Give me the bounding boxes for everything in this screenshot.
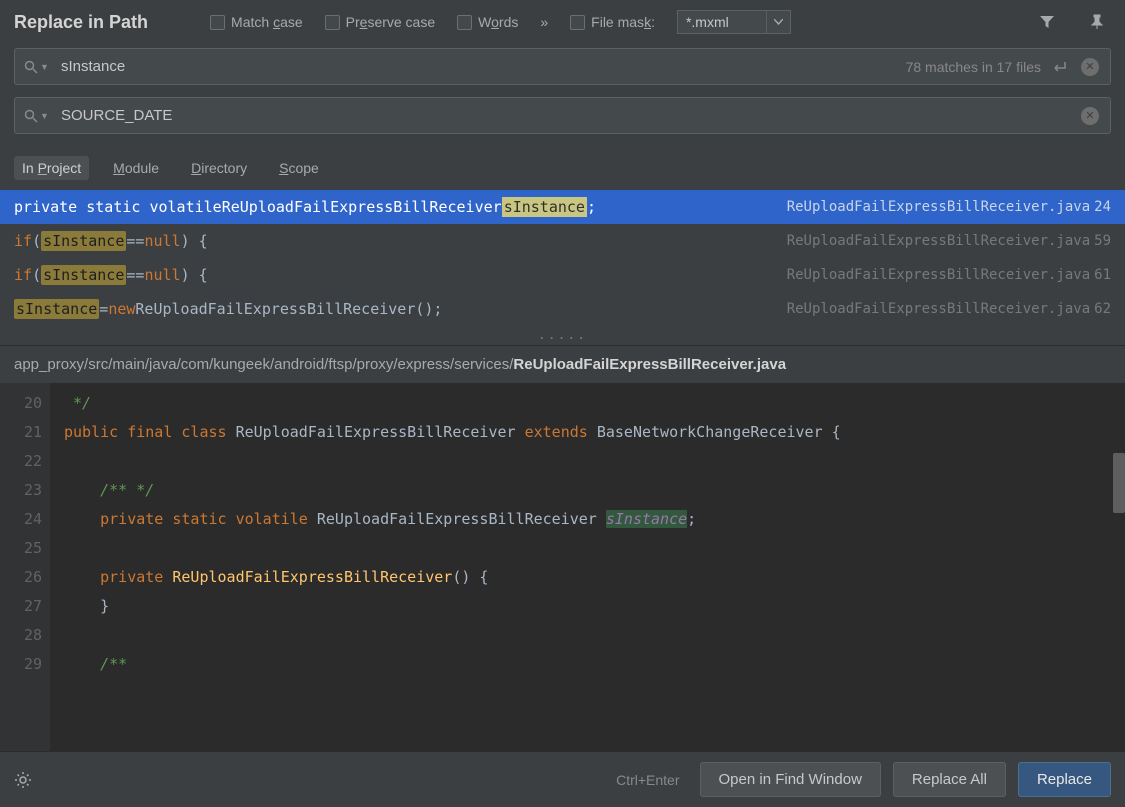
results-list: private static volatile ReUploadFailExpr… <box>0 190 1125 345</box>
top-bar: Replace in Path Match case Preserve case… <box>0 0 1125 42</box>
replace-all-button[interactable]: Replace All <box>893 762 1006 797</box>
scope-tabs: In Project Module Directory Scope <box>0 140 1125 190</box>
open-find-window-button[interactable]: Open in Find Window <box>700 762 881 797</box>
bottom-bar: Ctrl+Enter Open in Find Window Replace A… <box>0 751 1125 807</box>
result-row[interactable]: sInstance = new ReUploadFailExpressBillR… <box>0 292 1125 326</box>
file-mask-checkbox[interactable]: File mask: <box>570 14 655 30</box>
more-options-icon[interactable]: » <box>540 14 548 30</box>
results-more-indicator: ..... <box>0 326 1125 345</box>
tab-directory[interactable]: Directory <box>183 156 255 180</box>
match-count: 78 matches in 17 files <box>906 59 1041 75</box>
search-field-row: ▼ 78 matches in 17 files ✕ <box>14 48 1111 85</box>
pin-icon[interactable] <box>1083 12 1111 32</box>
match-case-checkbox[interactable]: Match case <box>210 14 303 30</box>
result-row[interactable]: if (sInstance == null) { ReUploadFailExp… <box>0 258 1125 292</box>
words-checkbox[interactable]: Words <box>457 14 518 30</box>
checkbox-icon <box>210 15 225 30</box>
replace-button[interactable]: Replace <box>1018 762 1111 797</box>
chevron-down-icon[interactable] <box>767 10 791 34</box>
result-row[interactable]: private static volatile ReUploadFailExpr… <box>0 190 1125 224</box>
replace-input[interactable] <box>14 97 1111 134</box>
shortcut-hint: Ctrl+Enter <box>616 772 679 788</box>
replace-field-row: ▼ ✕ <box>14 97 1111 134</box>
dialog-title: Replace in Path <box>14 12 148 33</box>
file-mask-value[interactable]: *.mxml <box>677 10 767 34</box>
file-mask-combo[interactable]: *.mxml <box>677 10 791 34</box>
checkbox-icon <box>457 15 472 30</box>
filter-icon[interactable] <box>1033 12 1061 32</box>
scrollbar[interactable] <box>1113 453 1125 513</box>
clear-replace-icon[interactable]: ✕ <box>1081 107 1099 125</box>
editor-preview: 20 21 22 23 24 25 26 27 28 29 */ public … <box>0 383 1125 751</box>
result-row[interactable]: if (sInstance == null) { ReUploadFailExp… <box>0 224 1125 258</box>
tab-in-project[interactable]: In Project <box>14 156 89 180</box>
enter-icon[interactable] <box>1051 60 1067 74</box>
file-path-bar: app_proxy/src/main/java/com/kungeek/andr… <box>0 345 1125 383</box>
search-icon[interactable]: ▼ <box>24 109 49 123</box>
search-icon[interactable]: ▼ <box>24 60 49 74</box>
gear-icon[interactable] <box>14 771 32 789</box>
checkbox-icon <box>325 15 340 30</box>
preserve-case-checkbox[interactable]: Preserve case <box>325 14 436 30</box>
tab-module[interactable]: Module <box>105 156 167 180</box>
tab-scope[interactable]: Scope <box>271 156 327 180</box>
clear-search-icon[interactable]: ✕ <box>1081 58 1099 76</box>
checkbox-icon <box>570 15 585 30</box>
gutter: 20 21 22 23 24 25 26 27 28 29 <box>0 383 50 751</box>
editor-body[interactable]: */ public final class ReUploadFailExpres… <box>50 383 1125 751</box>
